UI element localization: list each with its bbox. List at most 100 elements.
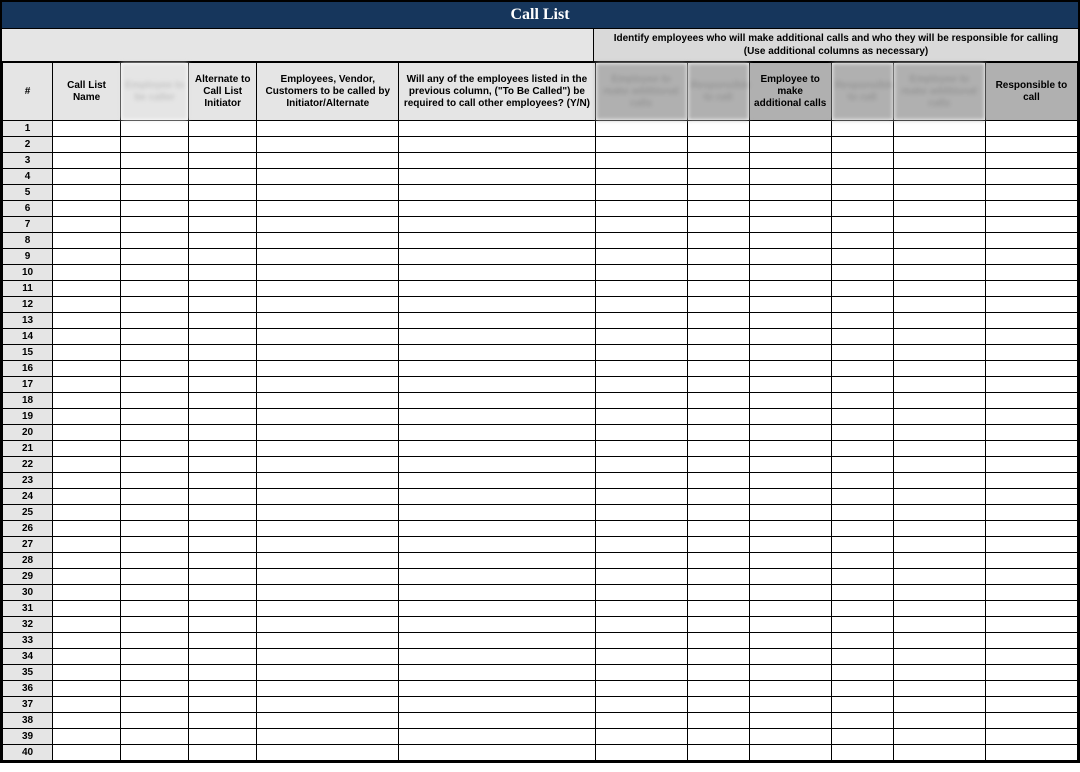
table-cell[interactable] [893, 137, 985, 153]
table-cell[interactable] [53, 121, 121, 137]
table-cell[interactable] [831, 457, 893, 473]
table-cell[interactable] [399, 425, 595, 441]
table-cell[interactable] [831, 169, 893, 185]
table-cell[interactable] [189, 121, 257, 137]
table-cell[interactable] [985, 169, 1077, 185]
table-cell[interactable] [53, 457, 121, 473]
table-cell[interactable] [985, 425, 1077, 441]
table-cell[interactable] [893, 729, 985, 745]
table-cell[interactable] [749, 505, 831, 521]
table-cell[interactable] [749, 745, 831, 761]
table-cell[interactable] [121, 697, 189, 713]
table-cell[interactable] [893, 409, 985, 425]
table-cell[interactable] [399, 441, 595, 457]
table-cell[interactable] [893, 633, 985, 649]
table-cell[interactable] [121, 441, 189, 457]
table-cell[interactable] [831, 313, 893, 329]
table-cell[interactable] [189, 713, 257, 729]
table-cell[interactable] [893, 617, 985, 633]
table-cell[interactable] [257, 633, 399, 649]
table-cell[interactable] [831, 393, 893, 409]
table-cell[interactable] [749, 409, 831, 425]
table-cell[interactable] [893, 665, 985, 681]
table-cell[interactable] [53, 489, 121, 505]
table-cell[interactable] [749, 169, 831, 185]
table-cell[interactable] [53, 313, 121, 329]
table-cell[interactable] [831, 729, 893, 745]
table-cell[interactable] [189, 569, 257, 585]
table-cell[interactable] [399, 585, 595, 601]
table-cell[interactable] [985, 569, 1077, 585]
table-cell[interactable] [121, 569, 189, 585]
table-cell[interactable] [749, 553, 831, 569]
table-cell[interactable] [121, 521, 189, 537]
table-cell[interactable] [121, 473, 189, 489]
table-cell[interactable] [399, 521, 595, 537]
table-cell[interactable] [893, 265, 985, 281]
table-cell[interactable] [189, 633, 257, 649]
table-cell[interactable] [831, 153, 893, 169]
table-cell[interactable] [257, 297, 399, 313]
table-cell[interactable] [687, 537, 749, 553]
table-cell[interactable] [189, 457, 257, 473]
table-cell[interactable] [595, 697, 687, 713]
table-cell[interactable] [893, 297, 985, 313]
table-cell[interactable] [53, 441, 121, 457]
table-cell[interactable] [257, 377, 399, 393]
table-cell[interactable] [121, 393, 189, 409]
table-cell[interactable] [595, 233, 687, 249]
table-cell[interactable] [53, 713, 121, 729]
table-cell[interactable] [893, 601, 985, 617]
table-cell[interactable] [53, 633, 121, 649]
table-cell[interactable] [399, 361, 595, 377]
table-cell[interactable] [749, 521, 831, 537]
table-cell[interactable] [121, 729, 189, 745]
table-cell[interactable] [595, 585, 687, 601]
table-cell[interactable] [595, 249, 687, 265]
table-cell[interactable] [893, 649, 985, 665]
table-cell[interactable] [749, 713, 831, 729]
table-cell[interactable] [831, 345, 893, 361]
table-cell[interactable] [257, 329, 399, 345]
table-cell[interactable] [831, 137, 893, 153]
table-cell[interactable] [985, 313, 1077, 329]
table-cell[interactable] [985, 297, 1077, 313]
table-cell[interactable] [893, 473, 985, 489]
table-cell[interactable] [985, 201, 1077, 217]
table-cell[interactable] [893, 457, 985, 473]
table-cell[interactable] [749, 473, 831, 489]
table-cell[interactable] [687, 313, 749, 329]
table-cell[interactable] [687, 553, 749, 569]
table-cell[interactable] [53, 201, 121, 217]
table-cell[interactable] [687, 489, 749, 505]
table-cell[interactable] [189, 361, 257, 377]
table-cell[interactable] [53, 601, 121, 617]
table-cell[interactable] [189, 473, 257, 489]
table-cell[interactable] [595, 217, 687, 233]
table-cell[interactable] [53, 329, 121, 345]
table-cell[interactable] [985, 393, 1077, 409]
table-cell[interactable] [595, 489, 687, 505]
table-cell[interactable] [257, 505, 399, 521]
table-cell[interactable] [189, 169, 257, 185]
table-cell[interactable] [985, 217, 1077, 233]
table-cell[interactable] [399, 297, 595, 313]
table-cell[interactable] [189, 537, 257, 553]
table-cell[interactable] [893, 745, 985, 761]
table-cell[interactable] [595, 505, 687, 521]
table-cell[interactable] [893, 169, 985, 185]
table-cell[interactable] [121, 233, 189, 249]
table-cell[interactable] [121, 681, 189, 697]
table-cell[interactable] [399, 537, 595, 553]
table-cell[interactable] [53, 137, 121, 153]
table-cell[interactable] [985, 505, 1077, 521]
table-cell[interactable] [257, 361, 399, 377]
table-cell[interactable] [189, 729, 257, 745]
table-cell[interactable] [121, 313, 189, 329]
table-cell[interactable] [831, 233, 893, 249]
table-cell[interactable] [53, 425, 121, 441]
table-cell[interactable] [831, 601, 893, 617]
table-cell[interactable] [595, 569, 687, 585]
table-cell[interactable] [121, 185, 189, 201]
table-cell[interactable] [749, 329, 831, 345]
